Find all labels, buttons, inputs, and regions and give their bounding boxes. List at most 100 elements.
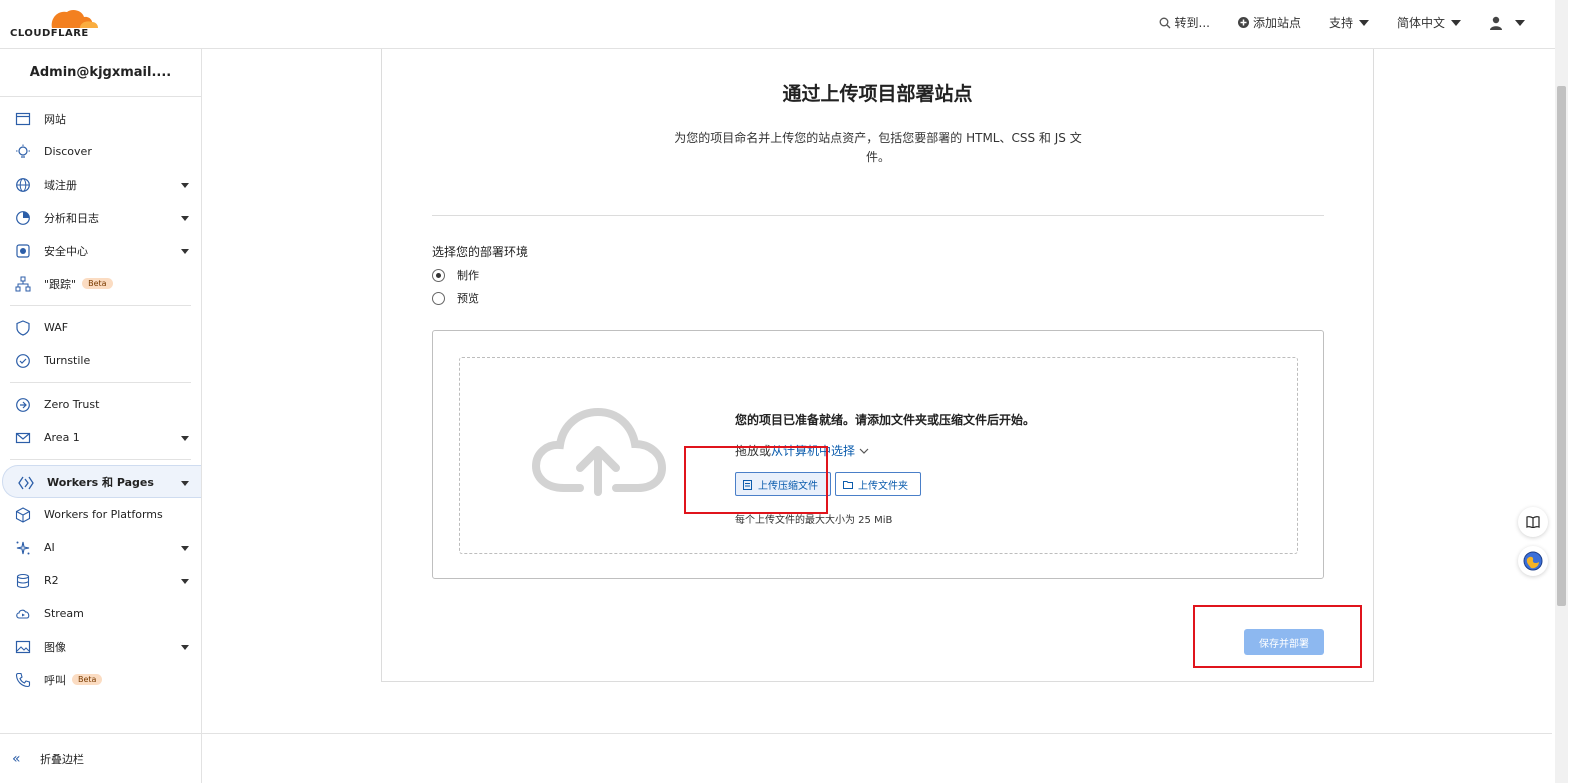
workers-icon (18, 476, 34, 490)
highlight-box-deploy (1193, 605, 1362, 668)
sidebar-item-label: R2 (44, 574, 59, 587)
docs-button[interactable] (1518, 507, 1548, 537)
user-menu[interactable] (1489, 16, 1525, 30)
chevron-down-icon (1358, 19, 1369, 26)
sidebar-item-security-center[interactable]: 安全中心 (0, 234, 201, 267)
beta-badge: Beta (72, 674, 103, 685)
sidebar-item-waf[interactable]: WAF (0, 311, 201, 344)
folder-icon (843, 481, 853, 489)
goto-search[interactable]: 转到... (1159, 14, 1210, 31)
sidebar-item-label: Stream (44, 607, 84, 620)
upload-folder-button[interactable]: 上传文件夹 (835, 472, 921, 496)
sidebar-item-calls[interactable]: 呼叫 Beta (0, 663, 201, 696)
sidebar-item-zero-trust[interactable]: Zero Trust (0, 388, 201, 421)
deploy-card: 通过上传项目部署站点 为您的项目命名并上传您的站点资产，包括您要部署的 HTML… (381, 49, 1374, 682)
sidebar-item-label: 分析和日志 (44, 211, 99, 225)
environment-label: 选择您的部署环境 (432, 245, 529, 259)
drop-zone[interactable]: 您的项目已准备就绪。请添加文件夹或压缩文件后开始。 拖放或从计算机中选择 上传压… (459, 357, 1298, 554)
top-bar: CLOUDFLARE 转到... 添加站点 支持 简体中文 (0, 0, 1555, 49)
sidebar-item-label: Area 1 (44, 431, 80, 444)
assistant-button[interactable] (1518, 546, 1548, 576)
database-icon (16, 573, 30, 589)
zero-trust-icon (16, 398, 30, 412)
sidebar-item-label: 呼叫 (44, 673, 66, 687)
support-menu[interactable]: 支持 (1329, 14, 1369, 31)
sidebar-item-workers-for-platforms[interactable]: Workers for Platforms (0, 498, 201, 531)
globe-icon (16, 178, 30, 192)
env-option-label: 预览 (457, 292, 479, 305)
divider (432, 215, 1324, 216)
sidebar-item-label: 图像 (44, 640, 66, 654)
user-icon (1490, 16, 1502, 30)
page-description: 为您的项目命名并上传您的站点资产，包括您要部署的 HTML、CSS 和 JS 文… (674, 131, 1082, 164)
chevron-down-icon (181, 579, 189, 584)
sidebar-item-trace[interactable]: "跟踪" Beta (0, 267, 201, 300)
sidebar-item-label: 安全中心 (44, 244, 88, 258)
language-label: 简体中文 (1396, 16, 1445, 30)
add-site-label: 添加站点 (1252, 16, 1301, 30)
sidebar-item-area1[interactable]: Area 1 (0, 421, 201, 454)
env-option-preview[interactable]: 预览 (432, 290, 479, 306)
chevron-down-icon (181, 216, 189, 221)
sidebar-item-label: Workers 和 Pages (47, 475, 154, 489)
radio-preview[interactable] (432, 291, 445, 305)
cloud-play-icon (16, 609, 30, 619)
sidebar-item-ai[interactable]: AI (0, 531, 201, 564)
sidebar-item-analytics-logs[interactable]: 分析和日志 (0, 201, 201, 234)
sidebar-item-label: 网站 (44, 112, 66, 126)
sidebar-item-turnstile[interactable]: Turnstile (0, 344, 201, 377)
cloud-logo-icon (51, 9, 98, 28)
browser-window-icon (15, 112, 31, 126)
double-chevron-left-icon: « (12, 751, 21, 767)
chevron-down-icon (181, 249, 189, 254)
sidebar-item-r2[interactable]: R2 (0, 564, 201, 597)
chevron-down-icon (181, 183, 189, 188)
divider (10, 305, 191, 306)
beta-badge: Beta (82, 278, 113, 289)
account-name[interactable]: Admin@kjgxmail.... (0, 49, 201, 97)
sidebar-item-label: Turnstile (44, 354, 91, 367)
trace-icon (15, 276, 31, 292)
support-label: 支持 (1328, 16, 1353, 30)
scrollbar-thumb[interactable] (1557, 86, 1566, 606)
chevron-down-icon (181, 546, 189, 551)
chevron-down-icon[interactable] (859, 448, 869, 455)
env-option-production[interactable]: 制作 (432, 267, 479, 283)
sidebar-item-images[interactable]: 图像 (0, 630, 201, 663)
sidebar-item-label: Zero Trust (44, 398, 100, 411)
chevron-down-icon (1451, 19, 1461, 26)
chevron-down-icon (181, 481, 189, 486)
upload-panel: 您的项目已准备就绪。请添加文件夹或压缩文件后开始。 拖放或从计算机中选择 上传压… (432, 330, 1324, 579)
chevron-down-icon (181, 436, 189, 441)
chevron-down-icon (1515, 19, 1525, 26)
search-icon (1159, 17, 1170, 28)
collapse-sidebar-label: 折叠边栏 (40, 752, 84, 766)
sidebar-item-stream[interactable]: Stream (0, 597, 201, 630)
lightbulb-icon (16, 144, 30, 158)
sidebar-item-discover[interactable]: Discover (0, 135, 201, 168)
logo-wordmark: CLOUDFLARE (10, 28, 89, 39)
turnstile-icon (16, 354, 30, 368)
chevron-down-icon (181, 645, 189, 650)
radio-production[interactable] (432, 268, 445, 282)
goto-label: 转到... (1174, 16, 1210, 30)
shield-icon (16, 320, 30, 336)
plus-circle-icon (1237, 17, 1249, 28)
image-icon (15, 640, 31, 654)
upload-folder-label: 上传文件夹 (858, 480, 908, 492)
sparkle-icon (16, 541, 30, 555)
divider (202, 733, 1552, 734)
collapse-sidebar-button[interactable]: « 折叠边栏 (0, 733, 201, 783)
sidebar-item-label: 域注册 (44, 178, 77, 192)
sidebar-item-websites[interactable]: 网站 (0, 102, 201, 135)
language-menu[interactable]: 简体中文 (1397, 14, 1461, 31)
globe-avatar-icon (1523, 551, 1543, 571)
book-icon (1526, 516, 1540, 528)
sidebar-item-label: "跟踪" (44, 277, 77, 291)
add-site-button[interactable]: 添加站点 (1237, 14, 1301, 31)
divider (10, 459, 191, 460)
sidebar-item-domain-registration[interactable]: 域注册 (0, 168, 201, 201)
phone-icon (15, 672, 31, 688)
cloudflare-logo[interactable]: CLOUDFLARE (10, 8, 100, 40)
sidebar-item-workers-pages[interactable]: Workers 和 Pages (2, 465, 201, 498)
